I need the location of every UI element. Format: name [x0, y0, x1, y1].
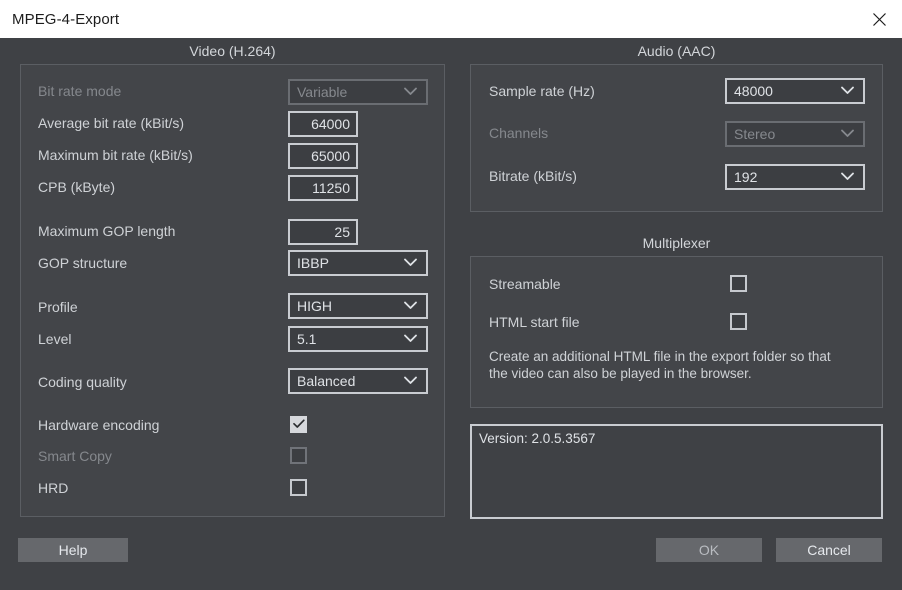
help-button[interactable]: Help [18, 538, 128, 562]
multiplexer-group-title: Multiplexer [642, 235, 711, 251]
sample-rate-label: Sample rate (Hz) [489, 83, 595, 99]
row-profile: Profile [38, 294, 78, 320]
html-start-file-checkbox[interactable] [730, 313, 747, 330]
gop-structure-dropdown[interactable]: IBBP [288, 250, 428, 276]
average-bit-rate-input[interactable] [288, 111, 358, 137]
row-hardware-encoding: Hardware encoding [38, 412, 159, 438]
coding-quality-label: Coding quality [38, 374, 127, 390]
cpb-input[interactable] [288, 175, 358, 201]
chevron-down-icon [404, 83, 417, 101]
channels-label: Channels [489, 125, 549, 141]
average-bit-rate-label: Average bit rate (kBit/s) [38, 115, 185, 131]
channels-value: Stereo [734, 126, 776, 142]
hrd-checkbox[interactable] [290, 479, 307, 496]
chevron-down-icon [404, 372, 417, 390]
level-label: Level [38, 331, 72, 347]
version-text: Version: 2.0.5.3567 [479, 431, 596, 446]
level-value: 5.1 [297, 331, 317, 347]
chevron-down-icon [404, 330, 417, 348]
gop-structure-label: GOP structure [38, 255, 128, 271]
row-average-bit-rate: Average bit rate (kBit/s) [38, 110, 184, 136]
video-group-title: Video (H.264) [189, 43, 276, 59]
hardware-encoding-label: Hardware encoding [38, 417, 160, 433]
row-streamable: Streamable [489, 271, 561, 297]
hardware-encoding-checkbox[interactable] [290, 416, 307, 433]
audio-bitrate-label: Bitrate (kBit/s) [489, 168, 577, 184]
streamable-checkbox[interactable] [730, 275, 747, 292]
level-dropdown[interactable]: 5.1 [288, 326, 428, 352]
coding-quality-dropdown[interactable]: Balanced [288, 368, 428, 394]
hrd-label: HRD [38, 480, 69, 496]
cpb-label: CPB (kByte) [38, 179, 116, 195]
row-audio-bitrate: Bitrate (kBit/s) [489, 163, 577, 189]
channels-dropdown: Stereo [725, 121, 865, 147]
row-coding-quality: Coding quality [38, 369, 127, 395]
row-maximum-bit-rate: Maximum bit rate (kBit/s) [38, 142, 193, 168]
chevron-down-icon [404, 297, 417, 315]
maximum-gop-length-input[interactable] [288, 219, 358, 245]
row-channels: Channels [489, 120, 548, 146]
close-icon [872, 12, 887, 27]
smart-copy-checkbox [290, 447, 307, 464]
row-cpb: CPB (kByte) [38, 174, 115, 200]
chevron-down-icon [404, 254, 417, 272]
profile-dropdown[interactable]: HIGH [288, 293, 428, 319]
row-sample-rate: Sample rate (Hz) [489, 78, 595, 104]
bit-rate-mode-dropdown: Variable [288, 79, 428, 105]
coding-quality-value: Balanced [297, 373, 356, 389]
gop-structure-value: IBBP [297, 255, 329, 271]
row-smart-copy: Smart Copy [38, 443, 112, 469]
sample-rate-value: 48000 [734, 83, 773, 99]
row-bit-rate-mode: Bit rate mode [38, 78, 121, 104]
maximum-bit-rate-input[interactable] [288, 143, 358, 169]
check-icon [292, 416, 305, 434]
chevron-down-icon [841, 168, 854, 186]
smart-copy-label: Smart Copy [38, 448, 112, 464]
chevron-down-icon [841, 125, 854, 143]
dialog-body: Video (H.264) Bit rate mode Variable Ave… [0, 38, 902, 590]
streamable-label: Streamable [489, 276, 561, 292]
row-hrd: HRD [38, 475, 68, 501]
audio-group-title: Audio (AAC) [637, 43, 716, 59]
maximum-bit-rate-label: Maximum bit rate (kBit/s) [38, 147, 193, 163]
html-start-file-label: HTML start file [489, 314, 580, 330]
close-button[interactable] [856, 0, 902, 38]
profile-value: HIGH [297, 298, 332, 314]
row-gop-structure: GOP structure [38, 250, 127, 276]
audio-bitrate-dropdown[interactable]: 192 [725, 164, 865, 190]
version-textbox: Version: 2.0.5.3567 [470, 424, 883, 519]
row-level: Level [38, 326, 71, 352]
maximum-gop-length-label: Maximum GOP length [38, 223, 176, 239]
sample-rate-dropdown[interactable]: 48000 [725, 78, 865, 104]
window-title: MPEG-4-Export [12, 10, 120, 28]
profile-label: Profile [38, 299, 78, 315]
multiplexer-description: Create an additional HTML file in the ex… [489, 349, 831, 381]
title-bar: MPEG-4-Export [0, 0, 902, 38]
chevron-down-icon [841, 82, 854, 100]
bit-rate-mode-value: Variable [297, 84, 348, 100]
cancel-button[interactable]: Cancel [776, 538, 882, 562]
ok-button[interactable]: OK [656, 538, 762, 562]
row-maximum-gop-length: Maximum GOP length [38, 218, 175, 244]
bit-rate-mode-label: Bit rate mode [38, 83, 122, 99]
row-html-start-file: HTML start file [489, 309, 580, 335]
audio-bitrate-value: 192 [734, 169, 758, 185]
